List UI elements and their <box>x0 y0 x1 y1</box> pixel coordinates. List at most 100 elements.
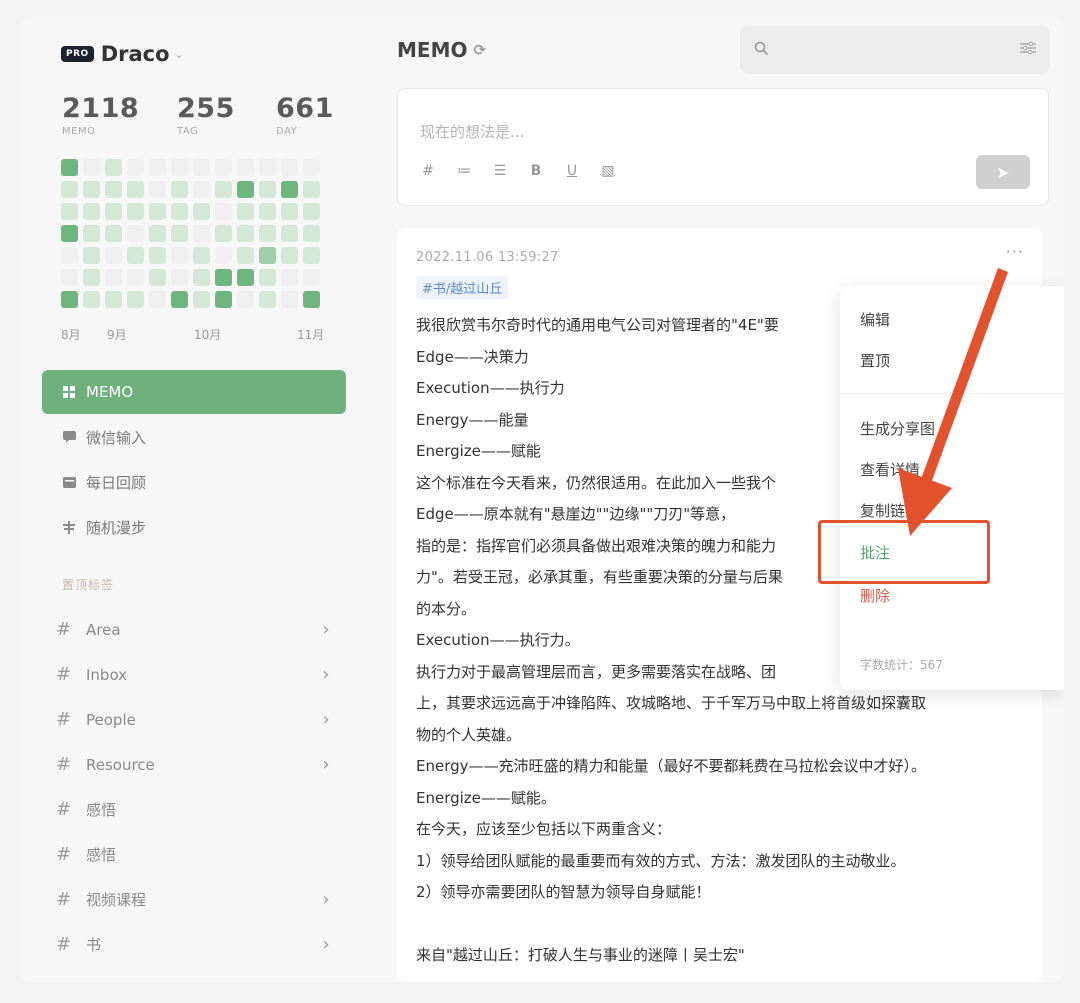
heatmap-cell[interactable] <box>237 159 254 176</box>
heatmap-cell[interactable] <box>303 291 320 308</box>
heatmap-cell[interactable] <box>281 269 298 286</box>
filter-icon[interactable] <box>1020 41 1036 59</box>
heatmap-cell[interactable] <box>259 181 276 198</box>
heatmap-cell[interactable] <box>215 203 232 220</box>
heatmap-cell[interactable] <box>83 225 100 242</box>
heatmap-cell[interactable] <box>303 181 320 198</box>
heatmap-cell[interactable] <box>237 291 254 308</box>
search-bar[interactable] <box>740 26 1050 74</box>
heatmap-cell[interactable] <box>105 203 122 220</box>
bullet-list-tool-button[interactable]: ≔ <box>456 163 472 179</box>
heatmap-cell[interactable] <box>259 225 276 242</box>
heatmap-cell[interactable] <box>127 269 144 286</box>
heatmap-cell[interactable] <box>281 225 298 242</box>
heatmap-cell[interactable] <box>127 247 144 264</box>
heatmap-cell[interactable] <box>171 225 188 242</box>
heatmap-cell[interactable] <box>281 159 298 176</box>
heatmap-cell[interactable] <box>171 247 188 264</box>
heatmap-cell[interactable] <box>215 159 232 176</box>
heatmap-cell[interactable] <box>259 247 276 264</box>
menu-item-share-image[interactable]: 生成分享图 <box>860 418 935 439</box>
heatmap-cell[interactable] <box>149 269 166 286</box>
heatmap-cell[interactable] <box>127 291 144 308</box>
nav-item-memo[interactable]: MEMO <box>42 370 346 414</box>
bold-tool-button[interactable]: B <box>528 163 544 179</box>
menu-item-copy-link[interactable]: 复制链接 <box>860 500 920 521</box>
heatmap-cell[interactable] <box>281 291 298 308</box>
heatmap-cell[interactable] <box>193 247 210 264</box>
heatmap-cell[interactable] <box>171 203 188 220</box>
heatmap-cell[interactable] <box>193 159 210 176</box>
heatmap-cell[interactable] <box>193 225 210 242</box>
heatmap-cell[interactable] <box>61 269 78 286</box>
heatmap-cell[interactable] <box>105 159 122 176</box>
heatmap-cell[interactable] <box>127 225 144 242</box>
heatmap-cell[interactable] <box>149 225 166 242</box>
heatmap-cell[interactable] <box>127 181 144 198</box>
heatmap-cell[interactable] <box>149 291 166 308</box>
chevron-right-icon[interactable]: › <box>316 664 336 685</box>
heatmap-cell[interactable] <box>215 225 232 242</box>
search-input[interactable] <box>779 41 1020 59</box>
heatmap-cell[interactable] <box>259 159 276 176</box>
heatmap-cell[interactable] <box>105 291 122 308</box>
tag-item-video-courses[interactable]: # 视频课程 › <box>56 877 336 922</box>
nav-item-wechat[interactable]: 微信输入 <box>42 415 346 459</box>
tag-item-ganwu-2[interactable]: # 感悟 <box>56 832 336 877</box>
tag-item-books[interactable]: # 书 › <box>56 922 336 967</box>
chevron-right-icon[interactable]: › <box>316 934 336 955</box>
underline-tool-button[interactable]: U <box>564 163 580 179</box>
heatmap-cell[interactable] <box>215 269 232 286</box>
profile-switcher[interactable]: PRO Draco ⌄ <box>61 40 184 68</box>
heatmap-cell[interactable] <box>237 269 254 286</box>
menu-item-delete[interactable]: 删除 <box>860 585 890 606</box>
tag-tool-button[interactable]: # <box>420 163 436 179</box>
heatmap-cell[interactable] <box>171 159 188 176</box>
numbered-list-tool-button[interactable]: ☰ <box>492 163 508 179</box>
memo-tag[interactable]: #书/越过山丘 <box>416 276 509 299</box>
heatmap-cell[interactable] <box>237 225 254 242</box>
heatmap-cell[interactable] <box>61 247 78 264</box>
tag-item-area[interactable]: # Area › <box>56 607 336 652</box>
heatmap-cell[interactable] <box>303 203 320 220</box>
heatmap-cell[interactable] <box>259 269 276 286</box>
heatmap-cell[interactable] <box>259 203 276 220</box>
heatmap-cell[interactable] <box>171 181 188 198</box>
heatmap-cell[interactable] <box>61 291 78 308</box>
heatmap-cell[interactable] <box>193 269 210 286</box>
menu-item-edit[interactable]: 编辑 <box>860 309 890 330</box>
chevron-right-icon[interactable]: › <box>316 709 336 730</box>
heatmap-cell[interactable] <box>105 181 122 198</box>
heatmap-cell[interactable] <box>281 247 298 264</box>
heatmap-cell[interactable] <box>105 269 122 286</box>
heatmap-cell[interactable] <box>83 181 100 198</box>
heatmap-cell[interactable] <box>215 247 232 264</box>
send-button[interactable]: ➤ <box>976 155 1030 189</box>
heatmap-cell[interactable] <box>281 203 298 220</box>
tag-item-people[interactable]: # People › <box>56 697 336 742</box>
chevron-right-icon[interactable]: › <box>316 754 336 775</box>
heatmap-cell[interactable] <box>171 269 188 286</box>
heatmap-cell[interactable] <box>83 247 100 264</box>
tag-item-inbox[interactable]: # Inbox › <box>56 652 336 697</box>
editor-placeholder[interactable]: 现在的想法是... <box>420 121 524 142</box>
heatmap-cell[interactable] <box>127 159 144 176</box>
heatmap-cell[interactable] <box>303 269 320 286</box>
heatmap-cell[interactable] <box>61 225 78 242</box>
heatmap-cell[interactable] <box>83 159 100 176</box>
heatmap-cell[interactable] <box>215 181 232 198</box>
heatmap-cell[interactable] <box>259 291 276 308</box>
heatmap-cell[interactable] <box>105 247 122 264</box>
nav-item-daily-review[interactable]: 每日回顾 <box>42 460 346 504</box>
menu-item-view-details[interactable]: 查看详情 <box>860 459 920 480</box>
heatmap-cell[interactable] <box>83 269 100 286</box>
heatmap-cell[interactable] <box>281 181 298 198</box>
heatmap-cell[interactable] <box>237 203 254 220</box>
memo-editor[interactable]: 现在的想法是... # ≔ ☰ B U ▧ ➤ <box>397 88 1049 206</box>
chevron-right-icon[interactable]: › <box>316 619 336 640</box>
heatmap-cell[interactable] <box>105 225 122 242</box>
chevron-right-icon[interactable]: › <box>316 889 336 910</box>
heatmap-cell[interactable] <box>215 291 232 308</box>
heatmap-cell[interactable] <box>149 181 166 198</box>
heatmap-cell[interactable] <box>83 203 100 220</box>
